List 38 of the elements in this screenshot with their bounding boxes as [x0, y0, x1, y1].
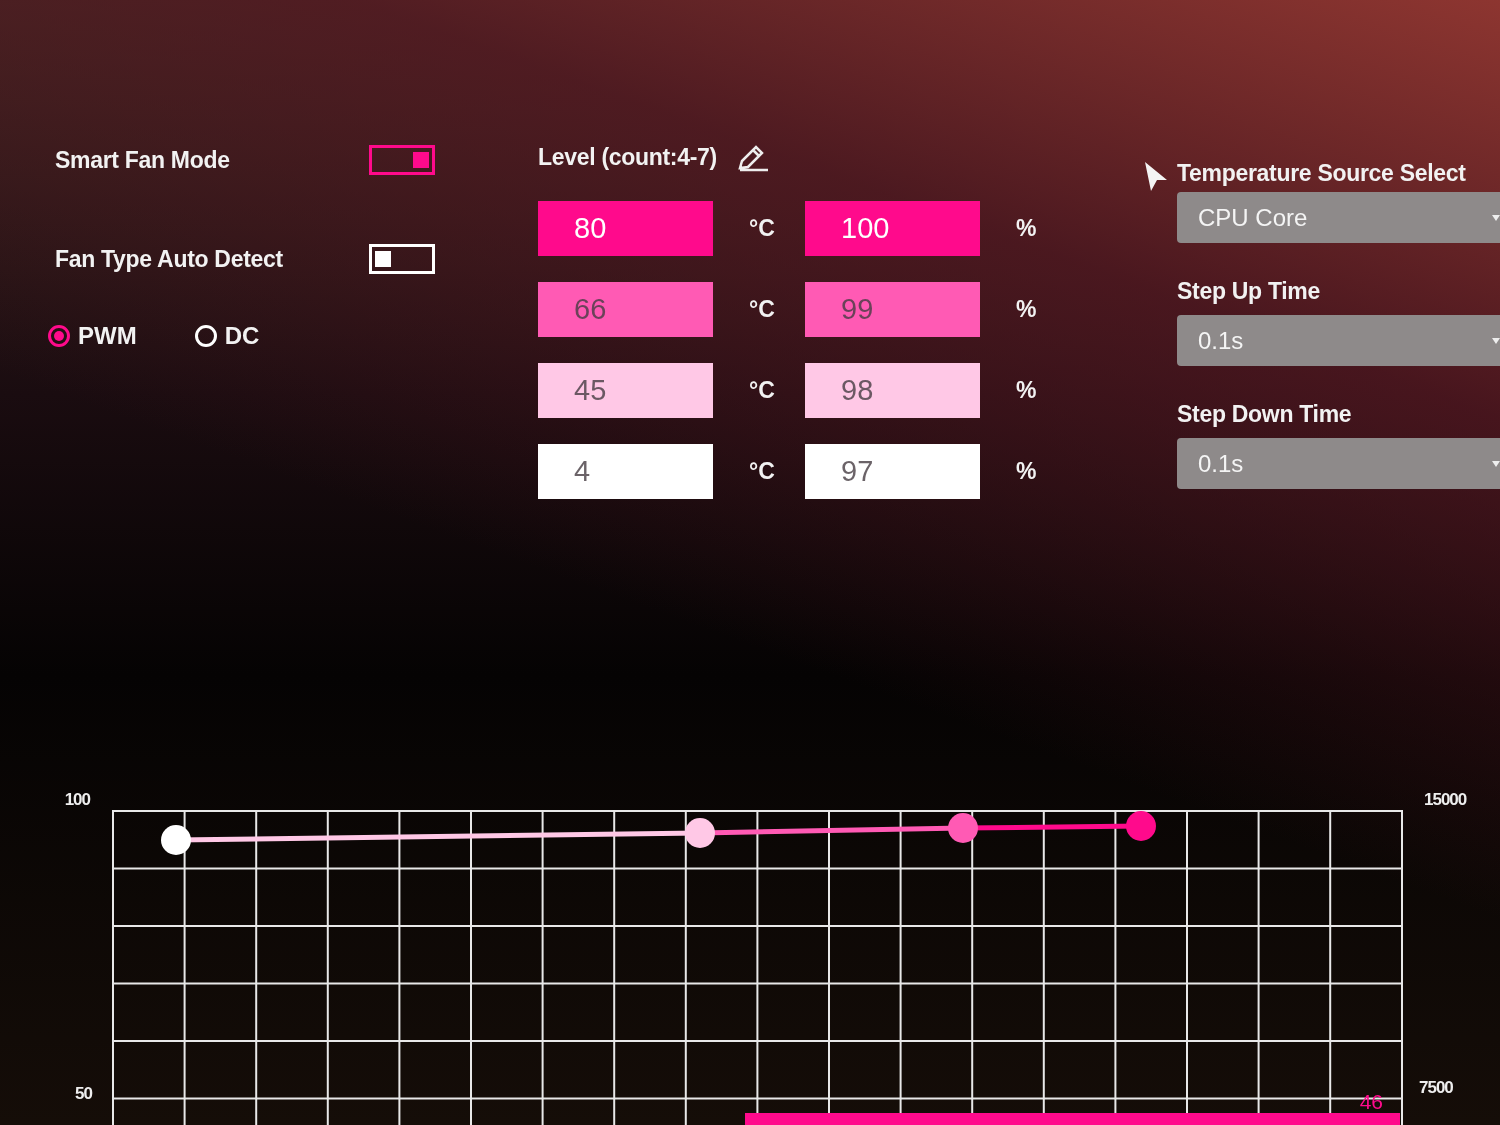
temperature-field[interactable]: 45: [538, 363, 713, 418]
temperature-field[interactable]: 66: [538, 282, 713, 337]
dropdown-field[interactable]: 0.1s: [1177, 315, 1500, 366]
axis-tick-label: 7500: [1419, 1078, 1453, 1098]
unit-label: %: [1015, 215, 1037, 242]
fan-speed-field[interactable]: 98: [805, 363, 980, 418]
field-label: Step Down Time: [1177, 401, 1353, 428]
axis-tick-label: 100: [64, 790, 90, 810]
setting-label: Smart Fan Mode: [55, 146, 230, 174]
toggle-switch[interactable]: [369, 145, 435, 175]
dropdown-field[interactable]: CPU Core: [1177, 192, 1500, 243]
unit-label: °C: [748, 296, 776, 323]
field-label: Step Up Time: [1177, 278, 1321, 305]
pencil-icon[interactable]: [736, 143, 769, 172]
caret-icon: [1492, 458, 1500, 469]
pointer-arrow-icon: [1143, 160, 1169, 192]
unit-label: °C: [748, 377, 776, 404]
fan-speed-field[interactable]: 99: [805, 282, 980, 337]
section-title: Level (count:4-7): [538, 144, 717, 171]
temperature-field[interactable]: 80: [538, 201, 713, 256]
unit-label: °C: [748, 458, 776, 485]
field-label: Temperature Source Select: [1177, 160, 1467, 187]
unit-label: °C: [748, 215, 776, 242]
fan-speed-field[interactable]: 97: [805, 444, 980, 499]
axis-tick-label: 50: [75, 1084, 92, 1104]
setting-label: Fan Type Auto Detect: [55, 245, 283, 273]
radio-option[interactable]: DC: [194, 322, 260, 350]
dropdown-field[interactable]: 0.1s: [1177, 438, 1500, 489]
fan-speed-field[interactable]: 100: [805, 201, 980, 256]
fan-curve-drawing[interactable]: [161, 811, 1156, 855]
unit-label: %: [1015, 377, 1037, 404]
axis-tick-label: 15000: [1424, 790, 1467, 810]
unit-label: %: [1015, 296, 1037, 323]
caret-icon: [1492, 335, 1500, 346]
temperature-field[interactable]: 4: [538, 444, 713, 499]
radio-option[interactable]: PWM: [48, 322, 137, 350]
caret-icon: [1492, 212, 1500, 223]
unit-label: %: [1015, 458, 1037, 485]
